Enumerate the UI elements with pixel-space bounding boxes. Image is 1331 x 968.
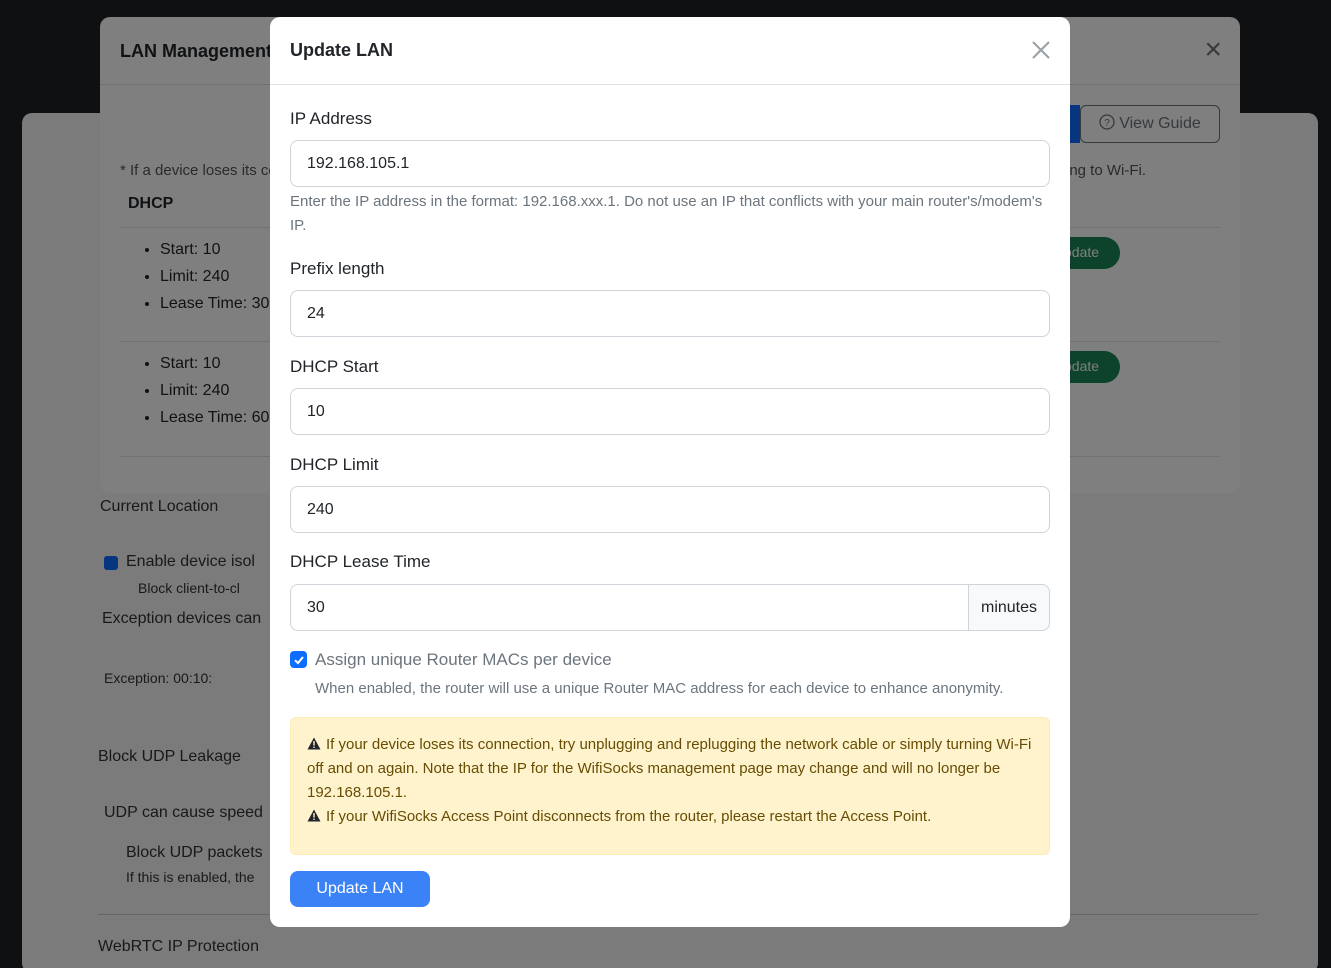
alert-text: If your device loses its connection, try… <box>307 736 1032 801</box>
dhcp-limit-label: DHCP Limit <box>290 455 379 474</box>
update-lan-button[interactable]: Update LAN <box>290 871 430 907</box>
checkmark-icon <box>293 655 304 664</box>
alert-line: If your WifiSocks Access Point disconnec… <box>307 805 1033 829</box>
alert-text: If your WifiSocks Access Point disconnec… <box>326 808 932 825</box>
close-button[interactable] <box>1026 35 1056 65</box>
ip-address-label: IP Address <box>290 109 372 128</box>
warning-icon <box>307 809 321 822</box>
unique-macs-help: When enabled, the router will use a uniq… <box>315 680 1004 697</box>
update-lan-header: Update LAN <box>270 17 1070 85</box>
dhcp-start-label: DHCP Start <box>290 357 379 376</box>
update-lan-title: Update LAN <box>290 40 393 60</box>
warning-icon <box>307 737 321 750</box>
ip-address-help: Enter the IP address in the format: 192.… <box>290 193 1043 234</box>
dhcp-lease-time-input[interactable] <box>290 584 969 631</box>
lease-time-unit: minutes <box>968 584 1050 631</box>
close-icon <box>1032 41 1050 59</box>
dhcp-limit-input[interactable] <box>290 486 1050 533</box>
alert-line: If your device loses its connection, try… <box>307 733 1033 805</box>
prefix-length-input[interactable] <box>290 290 1050 337</box>
dhcp-start-input[interactable] <box>290 388 1050 435</box>
warning-alert: If your device loses its connection, try… <box>290 717 1050 855</box>
prefix-length-label: Prefix length <box>290 259 385 278</box>
unique-macs-label[interactable]: Assign unique Router MACs per device <box>315 650 612 670</box>
unique-macs-checkbox[interactable] <box>290 651 307 668</box>
update-lan-modal: Update LAN IP Address Enter the IP addre… <box>270 17 1070 927</box>
dhcp-lease-time-label: DHCP Lease Time <box>290 552 431 571</box>
ip-address-input[interactable] <box>290 140 1050 187</box>
